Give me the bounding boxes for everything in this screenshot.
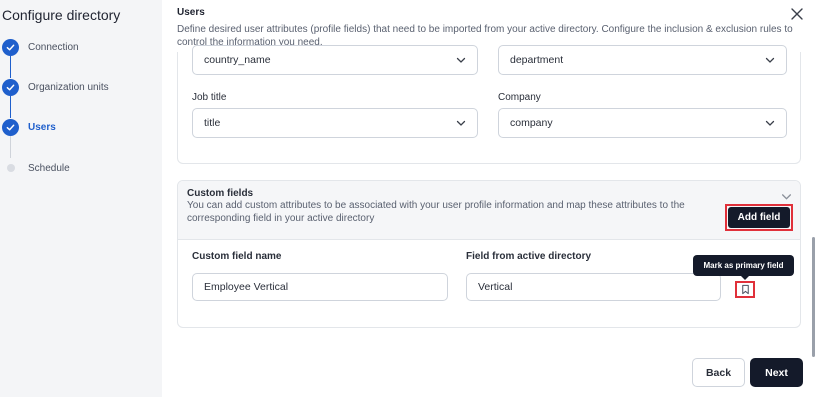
mark-primary-button[interactable] xyxy=(735,281,755,298)
department-select[interactable]: department xyxy=(498,45,787,75)
chevron-down-icon xyxy=(456,57,466,63)
job-title-select[interactable]: title xyxy=(192,108,478,138)
step-label: Schedule xyxy=(28,162,70,174)
add-field-highlight: Add field xyxy=(725,204,793,231)
company-label: Company xyxy=(498,92,541,103)
input-value: Employee Vertical xyxy=(204,281,289,293)
step-label: Connection xyxy=(28,41,79,53)
custom-fields-card: Custom fields You can add custom attribu… xyxy=(177,180,801,328)
check-icon xyxy=(2,38,19,56)
custom-field-name-label: Custom field name xyxy=(192,251,282,262)
sidebar: Configure directory Connection Organizat… xyxy=(0,0,162,397)
user-attributes-card: country_name department Job title title … xyxy=(177,45,801,164)
section-title: Users xyxy=(177,7,205,18)
select-value: title xyxy=(204,117,221,129)
step-label: Organization units xyxy=(28,81,109,93)
close-icon[interactable] xyxy=(789,6,805,22)
chevron-down-icon xyxy=(765,120,775,126)
check-icon xyxy=(2,118,19,136)
primary-field-tooltip: Mark as primary field xyxy=(693,255,794,276)
select-value: company xyxy=(510,117,553,129)
step-users[interactable]: Users xyxy=(2,118,56,136)
select-value: department xyxy=(510,54,564,66)
chevron-down-icon xyxy=(765,57,775,63)
back-button[interactable]: Back xyxy=(692,358,745,387)
step-connector xyxy=(10,136,11,158)
pending-dot xyxy=(7,164,15,172)
select-value: country_name xyxy=(204,54,271,66)
step-label: Users xyxy=(28,121,56,133)
custom-fields-title: Custom fields xyxy=(187,188,254,199)
bookmark-icon xyxy=(741,284,749,295)
job-title-label: Job title xyxy=(192,92,227,103)
add-field-button[interactable]: Add field xyxy=(728,207,790,228)
scrollbar[interactable] xyxy=(812,237,815,357)
ad-field-label: Field from active directory xyxy=(466,251,592,262)
step-schedule[interactable]: Schedule xyxy=(2,159,70,177)
custom-field-name-input[interactable]: Employee Vertical xyxy=(192,273,448,301)
chevron-down-icon xyxy=(456,120,466,126)
check-icon xyxy=(2,78,19,96)
ad-field-input[interactable]: Vertical xyxy=(466,273,721,301)
company-select[interactable]: company xyxy=(498,108,787,138)
country-select[interactable]: country_name xyxy=(192,45,478,75)
step-organization-units[interactable]: Organization units xyxy=(2,78,109,96)
custom-fields-header: Custom fields You can add custom attribu… xyxy=(178,181,800,240)
custom-fields-description: You can add custom attributes to be asso… xyxy=(187,200,685,224)
tooltip-arrow xyxy=(741,276,749,280)
input-value: Vertical xyxy=(478,281,513,293)
step-connector xyxy=(10,56,11,78)
step-connection[interactable]: Connection xyxy=(2,38,79,56)
next-button[interactable]: Next xyxy=(750,358,803,387)
sidebar-title: Configure directory xyxy=(2,7,121,23)
step-connector xyxy=(10,96,11,118)
chevron-down-icon[interactable] xyxy=(781,191,792,202)
